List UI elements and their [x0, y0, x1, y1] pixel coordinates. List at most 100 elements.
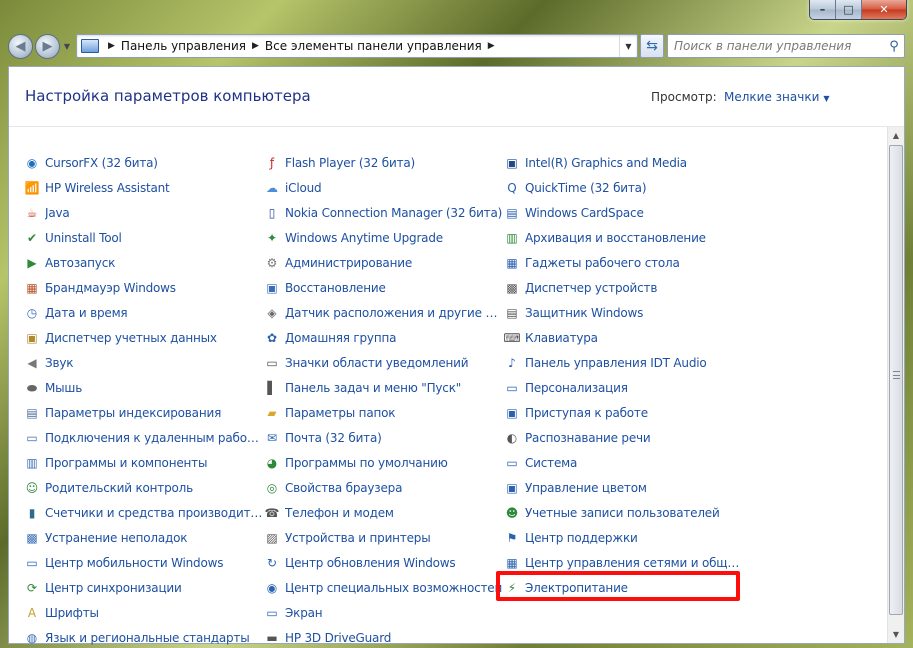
control-panel-item[interactable]: ▣ Управление цветом — [504, 475, 744, 500]
control-panel-item[interactable]: A Шрифты — [24, 600, 264, 625]
chevron-right-icon[interactable]: ▶ — [488, 41, 495, 51]
control-panel-item[interactable]: ◐ Распознавание речи — [504, 425, 744, 450]
control-panel-item[interactable]: ☕ Java — [24, 200, 264, 225]
control-panel-item-label: Счетчики и средства производител... — [45, 505, 264, 520]
control-panel-item[interactable]: ◉ CursorFX (32 бита) — [24, 150, 264, 175]
control-panel-item[interactable]: ✔ Uninstall Tool — [24, 225, 264, 250]
control-panel-item[interactable]: ◎ Свойства браузера — [264, 475, 504, 500]
control-panel-item[interactable]: ▰ Параметры папок — [264, 400, 504, 425]
control-panel-item[interactable]: ▣ Восстановление — [264, 275, 504, 300]
microphone-icon: ◐ — [506, 430, 518, 445]
control-panel-item[interactable]: ☻ Учетные записи пользователей — [504, 500, 744, 525]
control-panel-item[interactable]: ◀ Звук — [24, 350, 264, 375]
control-panel-item[interactable]: ▩ Диспетчер устройств — [504, 275, 744, 300]
control-panel-item[interactable]: ☎ Телефон и модем — [264, 500, 504, 525]
chevron-right-icon[interactable]: ▶ — [252, 41, 259, 51]
control-panel-item[interactable]: ✿ Домашняя группа — [264, 325, 504, 350]
control-panel-item[interactable]: ▭ Система — [504, 450, 744, 475]
control-panel-item[interactable]: Q QuickTime (32 бита) — [504, 175, 744, 200]
control-panel-item[interactable]: ☁ iCloud — [264, 175, 504, 200]
control-panel-item-label: Звук — [45, 355, 74, 370]
back-button[interactable]: ◀ — [8, 33, 33, 59]
control-panel-item[interactable]: ◈ Датчик расположения и другие дат... — [264, 300, 504, 325]
forward-button[interactable]: ▶ — [35, 33, 60, 59]
control-panel-item[interactable]: ▤ Защитник Windows — [504, 300, 744, 325]
control-panel-item[interactable]: ▭ Экран — [264, 600, 504, 625]
control-panel-item[interactable]: ⟳ Центр синхронизации — [24, 575, 264, 600]
control-panel-item[interactable]: ♪ Панель управления IDT Audio — [504, 350, 744, 375]
control-panel-item[interactable]: ☺ Родительский контроль — [24, 475, 264, 500]
control-panel-item[interactable]: ƒ Flash Player (32 бита) — [264, 150, 504, 175]
control-panel-icon — [81, 39, 99, 53]
control-panel-item[interactable]: ▭ Значки области уведомлений — [264, 350, 504, 375]
maximize-button[interactable]: □ — [836, 0, 862, 19]
clock-icon: ◷ — [26, 305, 38, 320]
control-panel-item[interactable]: ✦ Windows Anytime Upgrade — [264, 225, 504, 250]
control-panel-item[interactable]: ▤ Параметры индексирования — [24, 400, 264, 425]
control-panel-item[interactable]: ▭ Подключения к удаленным рабоч... — [24, 425, 264, 450]
recent-pages-dropdown[interactable]: ▼ — [62, 42, 72, 51]
minimize-button[interactable]: – — [810, 0, 836, 19]
chevron-right-icon[interactable]: ▶ — [108, 41, 115, 51]
scroll-up-arrow[interactable]: ▲ — [888, 127, 904, 144]
control-panel-item[interactable]: ▥ Архивация и восстановление — [504, 225, 744, 250]
control-panel-item[interactable]: ▬ HP 3D DriveGuard — [264, 625, 504, 648]
breadcrumb-all-items[interactable]: Все элементы панели управления — [265, 39, 482, 53]
control-panel-item[interactable]: ▦ Брандмауэр Windows — [24, 275, 264, 300]
control-panel-item[interactable]: ▦ Гаджеты рабочего стола — [504, 250, 744, 275]
control-panel-item-label: HP 3D DriveGuard — [285, 630, 392, 645]
control-panel-item[interactable]: ✉ Почта (32 бита) — [264, 425, 504, 450]
page-title: Настройка параметров компьютера — [25, 87, 311, 105]
control-panel-item-label: Родительский контроль — [45, 480, 193, 495]
control-panel-item[interactable]: ⬬ Мышь — [24, 375, 264, 400]
control-panel-item[interactable]: ◉ Центр специальных возможностей — [264, 575, 504, 600]
folder-options-icon: ▰ — [267, 405, 277, 420]
address-bar[interactable]: ▶ Панель управления ▶ Все элементы панел… — [76, 34, 638, 58]
gadgets-icon: ▦ — [506, 255, 518, 270]
control-panel-item[interactable]: ▭ Центр мобильности Windows — [24, 550, 264, 575]
homegroup-icon: ✿ — [266, 330, 278, 345]
getting-started-icon: ▣ — [506, 405, 518, 420]
vertical-scrollbar[interactable]: ▲ ▼ — [887, 127, 904, 643]
control-panel-item[interactable]: ▮ Счетчики и средства производител... — [24, 500, 264, 525]
control-panel-item[interactable]: ▣ Приступая к работе — [504, 400, 744, 425]
default-programs-icon: ◕ — [266, 455, 278, 470]
control-panel-item[interactable]: ◍ Язык и региональные стандарты — [24, 625, 264, 648]
control-panel-item[interactable]: ▯ Nokia Connection Manager (32 бита) — [264, 200, 504, 225]
control-panel-item-label: Центр обновления Windows — [285, 555, 456, 570]
address-history-dropdown[interactable]: ▼ — [619, 35, 637, 57]
control-panel-item[interactable]: ▌ Панель задач и меню "Пуск" — [264, 375, 504, 400]
control-panel-item-label: Домашняя группа — [285, 330, 397, 345]
control-panel-item[interactable]: ▶ Автозапуск — [24, 250, 264, 275]
control-panel-item-label: Центр синхронизации — [45, 580, 182, 595]
control-panel-item[interactable]: ▣ Intel(R) Graphics and Media — [504, 150, 744, 175]
control-panel-item[interactable]: ⌨ Клавиатура — [504, 325, 744, 350]
control-panel-item[interactable]: ↻ Центр обновления Windows — [264, 550, 504, 575]
control-panel-item[interactable]: ⚑ Центр поддержки — [504, 525, 744, 550]
control-panel-item-label: Устройства и принтеры — [285, 530, 431, 545]
display-icon: ▭ — [266, 605, 278, 620]
control-panel-item[interactable]: 📶 HP Wireless Assistant — [24, 175, 264, 200]
scrollbar-thumb[interactable] — [889, 145, 903, 615]
refresh-button[interactable]: ⇆ — [640, 34, 664, 58]
control-panel-item[interactable]: ▣ Диспетчер учетных данных — [24, 325, 264, 350]
scroll-down-arrow[interactable]: ▼ — [888, 626, 904, 643]
control-panel-item[interactable]: ▭ Персонализация — [504, 375, 744, 400]
quicktime-icon: Q — [507, 180, 517, 195]
control-panel-item[interactable]: ⚙ Администрирование — [264, 250, 504, 275]
control-panel-item[interactable]: ▥ Программы и компоненты — [24, 450, 264, 475]
control-panel-item[interactable]: ▤ Windows CardSpace — [504, 200, 744, 225]
control-panel-item[interactable]: ◷ Дата и время — [24, 300, 264, 325]
control-panel-item[interactable]: ▩ Устранение неполадок — [24, 525, 264, 550]
search-icon[interactable]: ⚲ — [884, 39, 904, 54]
performance-icon: ▮ — [28, 505, 36, 520]
search-input[interactable] — [668, 39, 884, 53]
icloud-icon: ☁ — [266, 180, 278, 195]
control-panel-item-label: Программы по умолчанию — [285, 455, 448, 470]
control-panel-item[interactable]: ▨ Устройства и принтеры — [264, 525, 504, 550]
control-panel-item[interactable]: ◕ Программы по умолчанию — [264, 450, 504, 475]
breadcrumb-control-panel[interactable]: Панель управления — [121, 39, 246, 53]
view-by-dropdown[interactable]: Мелкие значки ▼ — [724, 90, 830, 104]
close-button[interactable]: ✕ — [862, 0, 906, 19]
search-box[interactable]: ⚲ — [667, 34, 905, 58]
